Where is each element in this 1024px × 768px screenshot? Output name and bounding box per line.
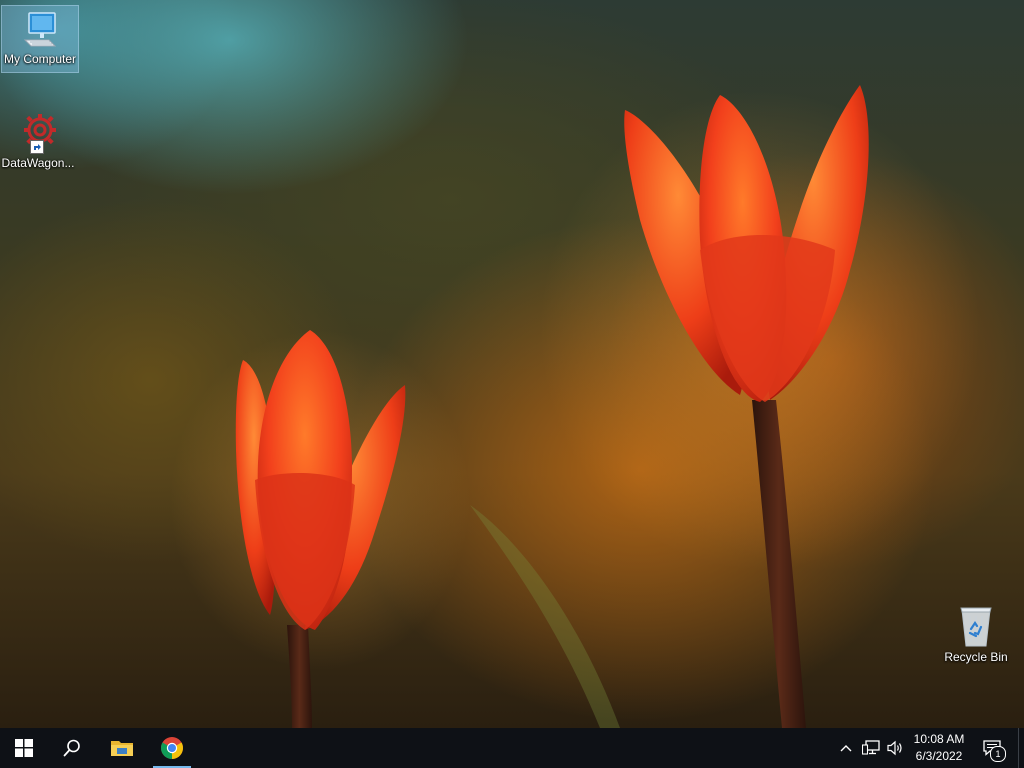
computer-icon <box>23 12 57 47</box>
taskbar: 10:08 AM 6/3/2022 <box>0 728 1024 768</box>
taskbar-file-explorer[interactable] <box>99 728 145 768</box>
clock-time: 10:08 AM <box>913 732 965 746</box>
desktop-icon-label: My Computer <box>3 52 77 66</box>
chrome-icon <box>161 737 183 759</box>
desktop[interactable]: My Computer DataWagon... Recycle Bin <box>0 0 1024 728</box>
chevron-up-icon <box>840 745 852 752</box>
desktop-icon-datawagon[interactable]: DataWagon... <box>0 104 76 174</box>
notification-count-badge: 1 <box>990 746 1006 762</box>
search-button[interactable] <box>49 728 95 768</box>
show-hidden-icons-button[interactable] <box>836 728 856 768</box>
volume-tray-button[interactable] <box>884 728 906 768</box>
taskbar-google-chrome[interactable] <box>149 728 195 768</box>
shortcut-arrow-icon <box>30 140 44 154</box>
network-icon <box>862 740 880 755</box>
desktop-icon-recycle-bin[interactable]: Recycle Bin <box>938 600 1014 670</box>
network-tray-button[interactable] <box>860 728 882 768</box>
taskbar-clock[interactable]: 10:08 AM 6/3/2022 <box>904 730 974 766</box>
recycle-bin-icon <box>960 607 992 647</box>
speaker-icon <box>887 740 902 756</box>
desktop-icon-label: DataWagon... <box>1 156 75 170</box>
desktop-icon-my-computer[interactable]: My Computer <box>1 5 79 73</box>
windows-start-icon <box>15 739 33 757</box>
start-button[interactable] <box>1 728 47 768</box>
wallpaper-tulips <box>170 85 980 728</box>
folder-icon <box>111 741 133 756</box>
show-desktop-button[interactable] <box>1018 728 1024 768</box>
desktop-icon-label: Recycle Bin <box>944 650 1008 664</box>
clock-date: 6/3/2022 <box>915 749 963 763</box>
search-icon <box>63 739 80 757</box>
